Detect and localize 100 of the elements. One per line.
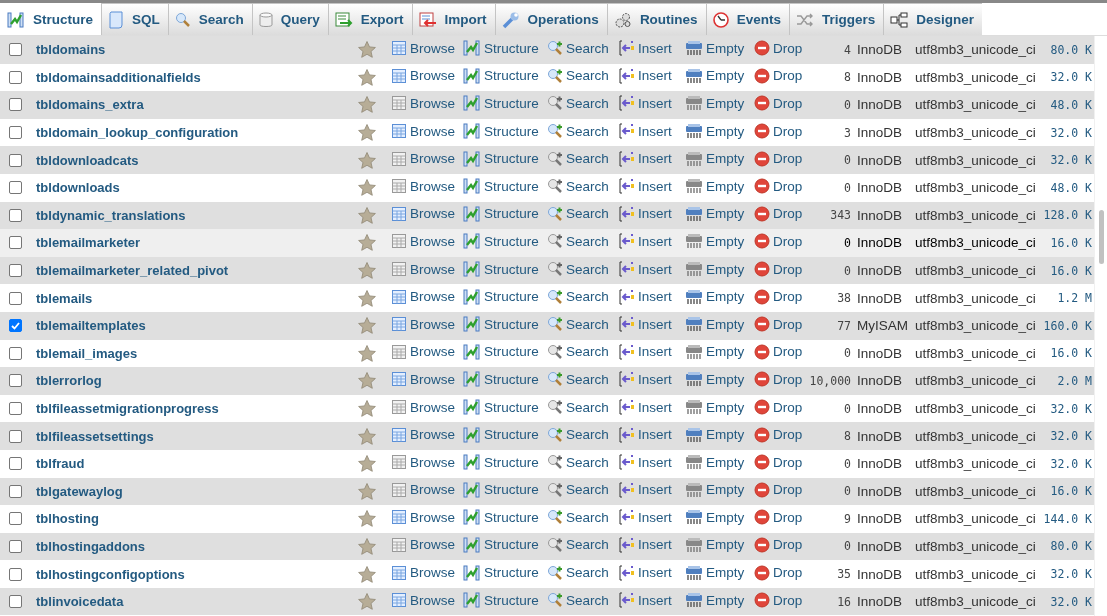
insert-link[interactable]: Insert [616,150,672,167]
empty-link[interactable]: Empty [682,40,745,57]
star-icon[interactable] [358,41,376,58]
checkbox[interactable] [9,429,22,443]
table-name-link[interactable]: tblfileassetmigrationprogress [30,401,219,416]
checkbox[interactable] [9,374,22,388]
star-icon[interactable] [358,262,376,279]
star-icon[interactable] [358,317,376,334]
table-name-link[interactable]: tbldomainsadditionalfields [30,69,201,85]
drop-link[interactable]: Drop [751,288,803,305]
table-name-link[interactable]: tblemail_images [30,345,138,361]
table-name-link[interactable]: tblfileassetsettings [30,428,154,444]
checkbox[interactable] [9,98,22,112]
drop-link[interactable]: Drop [751,454,803,471]
search-link[interactable]: Search [544,67,609,84]
tab[interactable]: Query [251,3,328,35]
insert-link[interactable]: Insert [616,399,672,415]
insert-link[interactable]: Insert [616,205,672,222]
star-icon[interactable] [358,372,376,390]
structure-link[interactable]: Structure [460,178,539,195]
table-name-link[interactable]: tbldomains [30,42,106,58]
empty-link[interactable]: Empty [682,592,745,609]
insert-link[interactable]: Insert [616,288,672,305]
insert-link[interactable]: Insert [616,426,672,443]
drop-link[interactable]: Drop [751,481,803,498]
browse-link[interactable]: Browse [388,371,455,388]
search-link[interactable]: Search [544,564,609,581]
insert-link[interactable]: Insert [616,592,672,609]
empty-link[interactable]: Empty [682,123,745,140]
empty-link[interactable]: Empty [682,454,745,471]
empty-link[interactable]: Empty [682,178,745,195]
star-icon[interactable] [358,427,376,445]
tab[interactable]: SQL [101,3,168,35]
drop-link[interactable]: Drop [751,261,803,278]
structure-link[interactable]: Structure [460,40,539,57]
insert-link[interactable]: Insert [616,95,672,112]
browse-link[interactable]: Browse [388,509,455,526]
table-name-link[interactable]: tbldomains_extra [30,97,144,113]
browse-link[interactable]: Browse [388,316,455,333]
insert-link[interactable]: Insert [616,261,672,278]
table-name-link[interactable]: tblerrorlog [30,373,102,389]
drop-link[interactable]: Drop [751,233,803,250]
structure-link[interactable]: Structure [460,509,539,526]
browse-link[interactable]: Browse [388,233,455,250]
tab[interactable]: Triggers [788,3,884,35]
structure-link[interactable]: Structure [460,454,539,471]
table-name-link[interactable]: tblhostingconfigoptions [30,566,185,582]
drop-link[interactable]: Drop [751,537,803,553]
table-name-link[interactable]: tblgatewaylog [30,483,123,499]
empty-link[interactable]: Empty [682,426,745,443]
structure-link[interactable]: Structure [460,288,539,305]
empty-link[interactable]: Empty [682,95,745,112]
checkbox[interactable] [9,567,22,581]
checkbox[interactable] [9,126,22,140]
browse-link[interactable]: Browse [388,564,455,581]
structure-link[interactable]: Structure [460,592,539,609]
tab[interactable]: Designer [883,3,982,35]
scrollbar-thumb[interactable] [1099,210,1104,264]
tab[interactable]: Export [327,3,412,35]
drop-link[interactable]: Drop [751,399,803,415]
empty-link[interactable]: Empty [682,509,745,526]
star-icon[interactable] [358,151,376,169]
search-link[interactable]: Search [544,40,609,57]
empty-link[interactable]: Empty [682,371,745,388]
browse-link[interactable]: Browse [388,67,455,84]
search-link[interactable]: Search [544,537,609,553]
browse-link[interactable]: Browse [388,40,455,57]
checkbox[interactable] [9,402,22,415]
empty-link[interactable]: Empty [682,205,745,222]
table-name-link[interactable]: tblinvoicedata [30,594,124,610]
table-name-link[interactable]: tbldynamic_translations [30,207,186,223]
star-icon[interactable] [358,206,376,224]
structure-link[interactable]: Structure [460,371,539,388]
empty-link[interactable]: Empty [682,150,745,167]
table-name-link[interactable]: tblhostingaddons [30,539,146,554]
search-link[interactable]: Search [544,233,609,250]
drop-link[interactable]: Drop [751,67,803,84]
table-name-link[interactable]: tblfraud [30,456,85,472]
browse-link[interactable]: Browse [388,399,455,415]
checkbox[interactable] [9,346,22,360]
star-icon[interactable] [358,234,376,252]
search-link[interactable]: Search [544,316,609,333]
insert-link[interactable]: Insert [616,233,672,250]
checkbox[interactable] [9,70,22,84]
star-icon[interactable] [358,400,376,417]
search-link[interactable]: Search [544,592,609,609]
insert-link[interactable]: Insert [616,537,672,553]
checkbox[interactable] [9,264,22,278]
drop-link[interactable]: Drop [751,343,803,360]
structure-link[interactable]: Structure [460,205,539,222]
search-link[interactable]: Search [544,288,609,305]
star-icon[interactable] [358,593,376,610]
search-link[interactable]: Search [544,481,609,498]
checkbox[interactable] [9,595,22,609]
browse-link[interactable]: Browse [388,178,455,195]
star-icon[interactable] [358,344,376,362]
search-link[interactable]: Search [544,150,609,167]
structure-link[interactable]: Structure [460,233,539,250]
insert-link[interactable]: Insert [616,40,672,57]
structure-link[interactable]: Structure [460,426,539,443]
